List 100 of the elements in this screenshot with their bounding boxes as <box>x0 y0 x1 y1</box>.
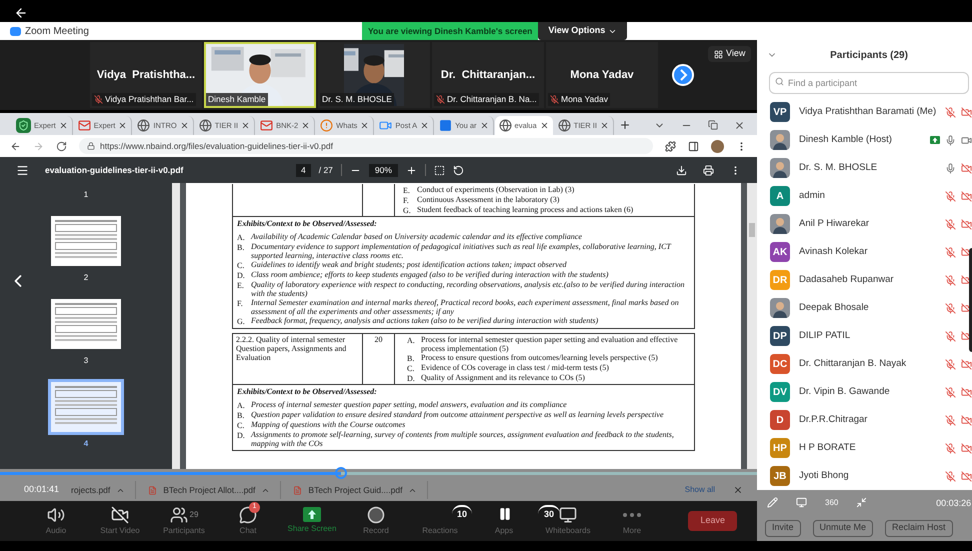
person-avatar-icon <box>770 130 790 150</box>
pause-icon[interactable] <box>498 507 512 521</box>
tile-label: Dr. Chittaranjan B. Na... <box>447 93 537 106</box>
globe-icon <box>498 119 512 132</box>
toolbar-label[interactable]: Share Screen <box>288 523 336 535</box>
participant-row[interactable]: HP H P BORATE <box>757 434 972 462</box>
thumbnail-label: 1 <box>84 189 88 201</box>
participant-row[interactable]: Dr. S. M. BHOSLE <box>757 154 972 182</box>
address-bar[interactable]: https://www.nbaind.org/files/evaluation-guidelines-tier-ii-v0.pdf <box>79 138 653 154</box>
menu-icon[interactable] <box>16 164 29 176</box>
person-avatar-icon <box>770 158 790 178</box>
video-icon <box>379 119 392 132</box>
participant-name: Anil P Hiwarekar <box>799 216 870 231</box>
extensions-icon[interactable] <box>665 140 676 152</box>
close-icon[interactable] <box>118 121 128 130</box>
side-panel-icon[interactable] <box>688 140 699 152</box>
close-icon[interactable] <box>360 121 370 130</box>
person-avatar-icon <box>770 214 790 234</box>
participant-row[interactable]: AK Avinash Kolekar <box>757 238 972 266</box>
next-page-button[interactable] <box>672 64 694 86</box>
view-button[interactable]: View <box>708 46 752 62</box>
profile-avatar[interactable] <box>711 140 724 152</box>
video-tile[interactable]: Dinesh Kamble <box>204 42 316 108</box>
panel-button[interactable]: Invite <box>765 520 801 536</box>
close-icon[interactable] <box>180 121 189 130</box>
tile-label: Mona Yadav <box>561 93 608 106</box>
screen-icon[interactable] <box>796 497 807 508</box>
avatar: DV <box>770 382 790 402</box>
download-item[interactable]: BTech Project Allot....pdf <box>148 481 282 499</box>
share-screen-icon <box>303 507 321 522</box>
close-icon[interactable] <box>241 121 250 130</box>
forward-button[interactable]: 30 <box>538 505 560 523</box>
list-letter: C. <box>237 260 246 270</box>
panel-button[interactable]: Unmute Me <box>812 520 874 536</box>
participant-name: Dr.P.R.Chitragar <box>799 412 868 427</box>
view-options-button[interactable]: View Options <box>538 22 628 40</box>
page-thumbnail[interactable] <box>48 296 124 352</box>
download-icon[interactable] <box>676 164 687 176</box>
participant-row[interactable]: A admin <box>757 182 972 210</box>
back-icon[interactable] <box>14 6 28 20</box>
participant-row[interactable]: D Dr.P.R.Chitragar <box>757 406 972 434</box>
back-icon[interactable] <box>10 140 21 152</box>
close-icon[interactable] <box>540 121 549 130</box>
panel-title: Participants (29) <box>829 48 909 62</box>
video-tile[interactable]: Mona Yadav Mona Yadav <box>546 42 658 108</box>
participant-row[interactable]: DC Dr. Chittaranjan B. Nayak <box>757 350 972 378</box>
download-item[interactable]: BTech Project Guid....pdf <box>293 481 428 499</box>
panel-button[interactable]: Reclaim Host <box>885 520 953 536</box>
close-icon[interactable] <box>58 121 68 130</box>
close-icon[interactable] <box>301 121 310 130</box>
page-thumbnail[interactable] <box>48 379 124 435</box>
zoom-field[interactable]: 90% <box>368 164 398 176</box>
video-tile[interactable]: Dr. S. M. BHOSLE <box>318 42 430 108</box>
search-field[interactable]: Find a participant <box>769 72 970 94</box>
avatar: A <box>770 186 790 206</box>
participant-name: Mona Yadav <box>570 68 634 83</box>
list-item-text: Process to ensure questions from outcomes/learning levels perspective (5) <box>421 353 658 363</box>
participant-row[interactable]: DV Dr. Vipin B. Gawande <box>757 378 972 406</box>
close-icon[interactable] <box>480 121 489 130</box>
globe-icon <box>558 119 571 132</box>
zoom-in-icon[interactable] <box>406 164 417 176</box>
print-icon[interactable] <box>703 164 714 176</box>
list-item-text: Continuous Assessment in the laboratory (3) <box>417 195 560 205</box>
participant-row[interactable]: VP Vidya Pratishthan Baramati (Me) <box>757 98 972 126</box>
list-letter: F. <box>237 298 244 310</box>
list-item-text: Quality of laboratory experience with respect to conducting, recording observations, analysis etc.(also to be verified during interaction with the students) <box>251 280 686 298</box>
page-thumbnail[interactable] <box>48 213 124 269</box>
new-tab-icon[interactable] <box>618 119 631 131</box>
avatar: DC <box>770 354 790 374</box>
video-tile[interactable]: Dr. Chittaranjan... Dr. Chittaranjan B. Na... <box>432 42 544 108</box>
page-number-field[interactable]: 4 <box>296 164 311 176</box>
list-letter: G. <box>403 205 412 215</box>
list-item-text: Assignments to promote self-learning, survey of contents from multiple sources, assignment evaluation and feedback to the students, mapping with the COs <box>251 430 675 448</box>
list-item-text: Process for internal semester question paper setting and evaluation and effective process implementation (5) <box>421 335 679 353</box>
participant-row[interactable]: Dinesh Kamble (Host) <box>757 126 972 154</box>
scrollbar[interactable] <box>172 183 180 469</box>
participant-row[interactable]: Anil P Hiwarekar <box>757 210 972 238</box>
vr-button[interactable]: 360 <box>825 498 838 508</box>
pencil-icon[interactable] <box>767 497 778 508</box>
participant-row[interactable]: JB Jyoti Bhong <box>757 462 972 490</box>
window-title: Zoom Meeting <box>25 24 89 38</box>
reload-icon[interactable] <box>56 140 67 152</box>
rotate-icon[interactable] <box>452 164 464 176</box>
rewind-button[interactable]: 10 <box>452 505 472 523</box>
list-letter: E. <box>237 280 245 292</box>
close-icon[interactable] <box>734 120 745 131</box>
video-tile[interactable]: Vidya Pratishtha... Vidya Pratishthan Bar... <box>90 42 202 108</box>
restore-icon[interactable] <box>708 120 718 130</box>
leave-button[interactable]: Leave <box>688 511 737 531</box>
close-icon[interactable] <box>600 121 609 130</box>
close-icon[interactable] <box>420 121 430 130</box>
collapse-icon[interactable] <box>856 497 868 508</box>
search-icon <box>775 76 784 86</box>
url-text: https://www.nbaind.org/files/evaluation-guidelines-tier-ii-v0.pdf <box>100 140 333 152</box>
elapsed-time: 00:01:41 <box>24 483 60 496</box>
avatar: D <box>770 410 790 430</box>
list-item-text: Conduct of experiments (Observation in Lab) (3) <box>417 185 574 195</box>
scrollbar-thumb[interactable] <box>749 223 755 237</box>
download-item[interactable]: rojects.pdf <box>71 481 136 499</box>
fit-page-icon[interactable] <box>434 164 445 176</box>
